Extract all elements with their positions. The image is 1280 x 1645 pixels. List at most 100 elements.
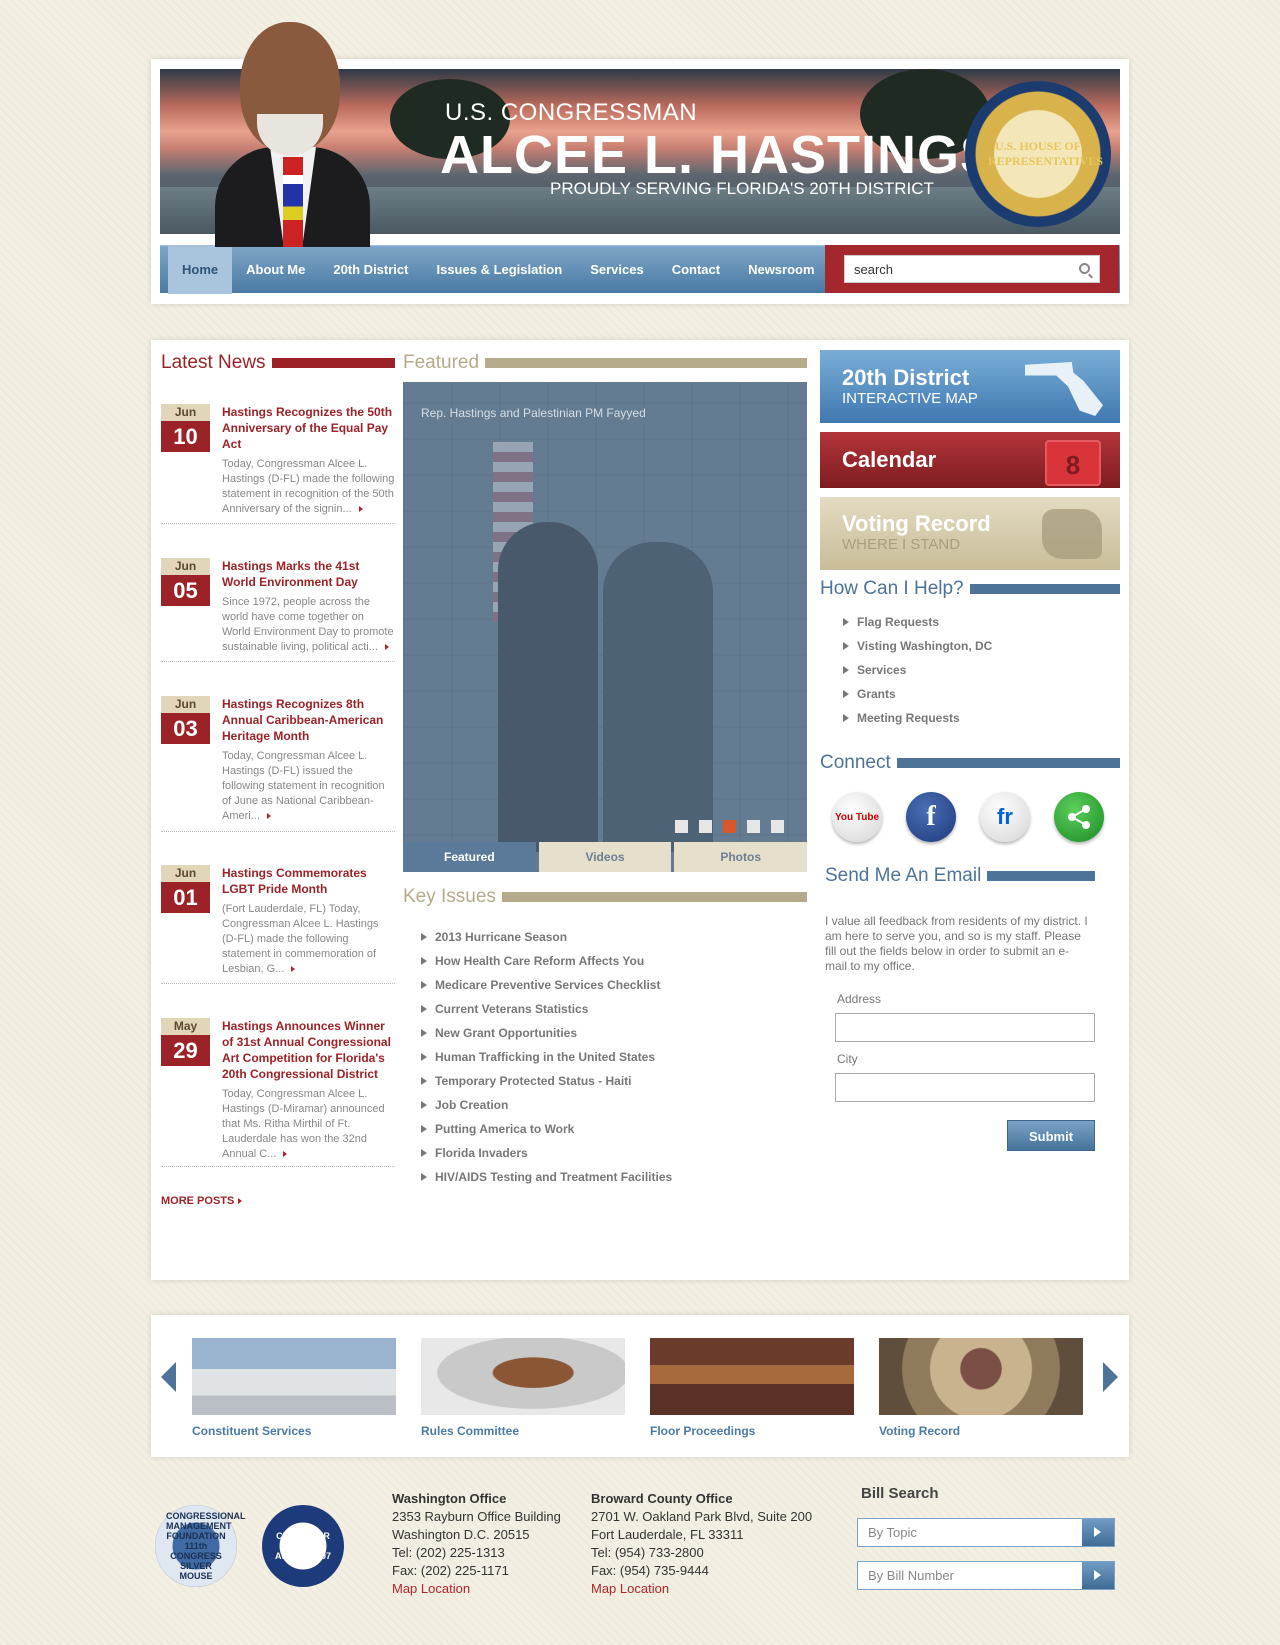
news-title[interactable]: Hastings Recognizes the 50th Anniversary… <box>222 404 395 452</box>
issue-link[interactable]: Temporary Protected Status - Haiti <box>419 1069 672 1093</box>
map-location-link[interactable]: Map Location <box>392 1581 470 1596</box>
header-bar <box>987 871 1095 881</box>
issue-link[interactable]: How Health Care Reform Affects You <box>419 949 672 973</box>
issue-link[interactable]: Human Trafficking in the United States <box>419 1045 672 1069</box>
map-location-link[interactable]: Map Location <box>591 1581 669 1596</box>
issue-link[interactable]: Medicare Preventive Services Checklist <box>419 973 672 997</box>
issue-link[interactable]: Current Veterans Statistics <box>419 997 672 1021</box>
slider-dot[interactable] <box>675 820 688 833</box>
topic-go-button[interactable] <box>1082 1519 1114 1546</box>
news-title[interactable]: Hastings Marks the 41st World Environmen… <box>222 558 395 590</box>
carousel-label[interactable]: Floor Proceedings <box>650 1424 755 1438</box>
nav-services[interactable]: Services <box>576 246 658 294</box>
submit-button[interactable]: Submit <box>1007 1120 1095 1151</box>
news-title[interactable]: Hastings Commemorates LGBT Pride Month <box>222 865 395 897</box>
banner-tagline: PROUDLY SERVING FLORIDA'S 20TH DISTRICT <box>550 179 934 198</box>
news-month: Jun <box>161 558 210 575</box>
carousel-label[interactable]: Constituent Services <box>192 1424 311 1438</box>
office-line: Fort Lauderdale, FL 33311 <box>591 1527 744 1542</box>
tab-featured[interactable]: Featured <box>403 842 536 872</box>
issue-link[interactable]: New Grant Opportunities <box>419 1021 672 1045</box>
issue-link[interactable]: Job Creation <box>419 1093 672 1117</box>
read-more-arrow-icon[interactable] <box>384 644 389 650</box>
search-box <box>825 245 1119 293</box>
slider-dot[interactable] <box>747 820 760 833</box>
nav-home[interactable]: Home <box>168 246 233 294</box>
tab-photos[interactable]: Photos <box>674 842 808 872</box>
help-link[interactable]: Services <box>841 658 992 682</box>
read-more-arrow-icon[interactable] <box>291 966 296 972</box>
featured-slider[interactable]: Rep. Hastings and Palestinian PM Fayyed <box>403 382 807 872</box>
congressman-portrait <box>215 22 370 247</box>
carousel-image-gavel[interactable] <box>421 1338 625 1415</box>
share-icon[interactable] <box>1054 792 1104 842</box>
flickr-icon[interactable]: fr <box>980 792 1030 842</box>
district-map-tile[interactable]: 20th District INTERACTIVE MAP <box>820 350 1120 423</box>
news-item[interactable]: Jun 10 Hastings Recognizes the 50th Anniv… <box>161 404 395 524</box>
news-month: Jun <box>161 696 210 713</box>
search-icon[interactable] <box>1079 263 1090 274</box>
slider-dot[interactable] <box>699 820 712 833</box>
portrait-tie <box>283 157 303 247</box>
news-date: Jun 03 <box>161 696 210 744</box>
carousel-prev-icon[interactable] <box>161 1362 176 1392</box>
office-fax: Fax: (954) 735-9444 <box>591 1563 709 1578</box>
news-title[interactable]: Hastings Announces Winner of 31st Annual… <box>222 1018 395 1082</box>
email-intro: I value all feedback from residents of m… <box>825 914 1088 973</box>
slider-dot[interactable] <box>771 820 784 833</box>
news-item[interactable]: Jun 03 Hastings Recognizes 8th Annual Car… <box>161 696 395 832</box>
help-link[interactable]: Grants <box>841 682 992 706</box>
news-excerpt: Today, Congressman Alcee L. Hastings (D-… <box>222 749 395 824</box>
news-item[interactable]: May 29 Hastings Announces Winner of 31st … <box>161 1018 395 1167</box>
news-title[interactable]: Hastings Recognizes 8th Annual Caribbean… <box>222 696 395 744</box>
header-bar <box>896 758 1120 768</box>
voting-record-tile[interactable]: Voting Record WHERE I STAND <box>820 497 1120 570</box>
news-item[interactable]: Jun 05 Hastings Marks the 41st World Envi… <box>161 558 395 662</box>
news-item[interactable]: Jun 01 Hastings Commemorates LGBT Pride M… <box>161 865 395 984</box>
nav-contact[interactable]: Contact <box>658 246 734 294</box>
slider-dot-active[interactable] <box>723 820 736 833</box>
city-field[interactable] <box>835 1073 1095 1102</box>
news-excerpt-text: Today, Congressman Alcee L. Hastings (D-… <box>222 458 395 515</box>
youtube-icon[interactable]: You Tube <box>832 792 882 842</box>
office-fax: Fax: (202) 225-1171 <box>392 1563 509 1578</box>
more-posts-link[interactable]: MORE POSTS <box>161 1195 243 1207</box>
tab-videos[interactable]: Videos <box>538 842 672 872</box>
carousel-image-capitol[interactable] <box>192 1338 396 1415</box>
carousel-image-floor[interactable] <box>650 1338 854 1415</box>
search-input[interactable] <box>845 256 1065 282</box>
read-more-arrow-icon[interactable] <box>283 1151 288 1157</box>
bill-search-topic[interactable]: By Topic <box>857 1518 1115 1547</box>
slide-caption: Rep. Hastings and Palestinian PM Fayyed <box>421 406 646 420</box>
issue-link[interactable]: Florida Invaders <box>419 1141 672 1165</box>
number-go-button[interactable] <box>1082 1562 1114 1589</box>
bill-search-number[interactable]: By Bill Number <box>857 1561 1115 1590</box>
nav-district[interactable]: 20th District <box>319 246 422 294</box>
silver-mouse-badge-2007: CMF SILVER MOUSE AWARD 2007 <box>262 1505 344 1587</box>
news-date: Jun 10 <box>161 404 210 452</box>
nav-newsroom[interactable]: Newsroom <box>734 246 828 294</box>
silver-mouse-badge-2009: CONGRESSIONAL MANAGEMENT FOUNDATION 111t… <box>155 1505 246 1587</box>
carousel-label[interactable]: Rules Committee <box>421 1424 519 1438</box>
issue-link[interactable]: HIV/AIDS Testing and Treatment Facilitie… <box>419 1165 672 1189</box>
address-field[interactable] <box>835 1013 1095 1042</box>
carousel-label[interactable]: Voting Record <box>879 1424 960 1438</box>
help-link[interactable]: Flag Requests <box>841 610 992 634</box>
issue-link[interactable]: 2013 Hurricane Season <box>419 925 672 949</box>
office-line: Washington D.C. 20515 <box>392 1527 530 1542</box>
facebook-icon[interactable]: f <box>906 792 956 842</box>
nav-about[interactable]: About Me <box>232 246 319 294</box>
badge-text: CMF SILVER MOUSE AWARD 2007 <box>274 1531 332 1561</box>
calendar-tile[interactable]: Calendar 8 <box>820 432 1120 488</box>
help-link[interactable]: Meeting Requests <box>841 706 992 730</box>
help-link[interactable]: Visting Washington, DC <box>841 634 992 658</box>
carousel-image-dome[interactable] <box>879 1338 1083 1415</box>
carousel-next-icon[interactable] <box>1103 1362 1118 1392</box>
news-excerpt: Today, Congressman Alcee L. Hastings (D-… <box>222 1087 395 1162</box>
read-more-arrow-icon[interactable] <box>358 506 363 512</box>
tile-subtitle: WHERE I STAND <box>842 536 961 553</box>
house-seal-icon: U.S. HOUSE OF REPRESENTATIVES <box>965 81 1111 227</box>
read-more-arrow-icon[interactable] <box>266 813 271 819</box>
issue-link[interactable]: Putting America to Work <box>419 1117 672 1141</box>
nav-issues[interactable]: Issues & Legislation <box>422 246 576 294</box>
